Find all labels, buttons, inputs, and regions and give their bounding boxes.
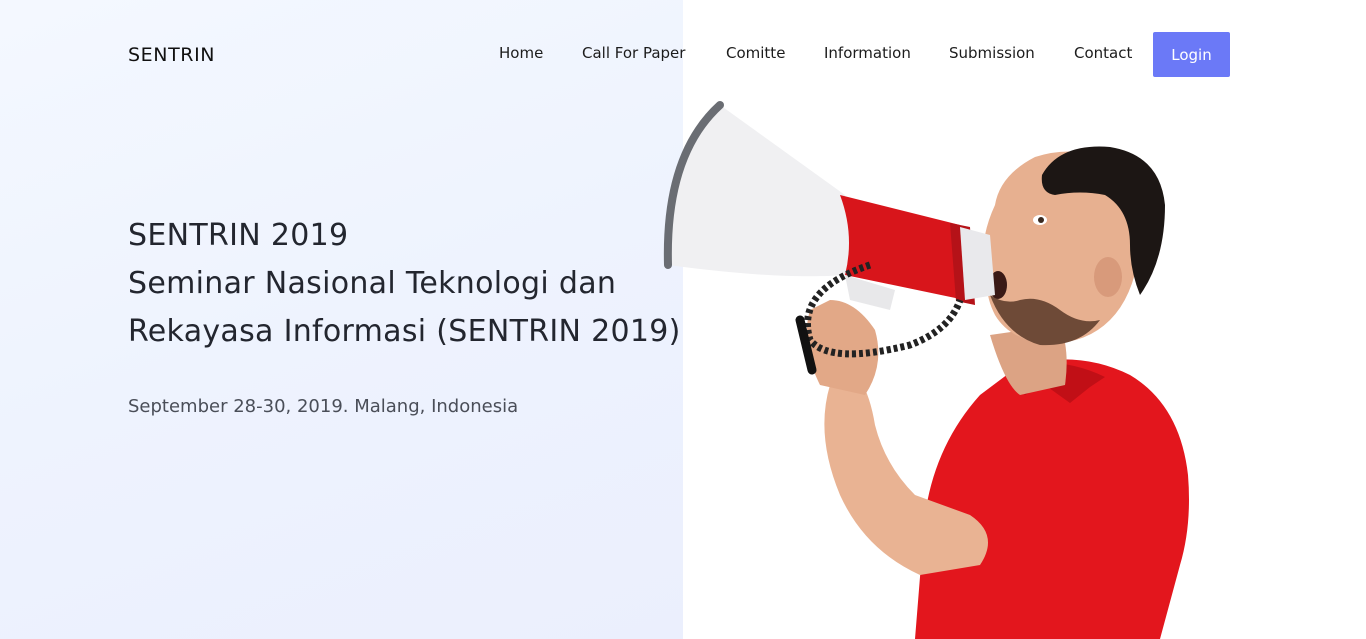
event-date-location: September 28-30, 2019. Malang, Indonesia (128, 396, 519, 417)
nav-item-submission[interactable]: Submission (949, 44, 1035, 62)
nav-item-comitte[interactable]: Comitte (726, 44, 785, 62)
hero-title-line-3: Rekayasa Informasi (SENTRIN 2019) (128, 314, 681, 349)
nav-item-contact[interactable]: Contact (1074, 44, 1132, 62)
hero-illustration-man-with-megaphone (660, 95, 1220, 639)
top-navbar: SENTRIN Home Call For Paper Comitte Info… (0, 0, 1366, 110)
hero-section: SENTRIN 2019 Seminar Nasional Teknologi … (128, 212, 688, 417)
hero-title: SENTRIN 2019 Seminar Nasional Teknologi … (128, 212, 688, 356)
hero-title-line-2: Seminar Nasional Teknologi dan (128, 266, 617, 301)
megaphone-man-image (663, 101, 1189, 639)
login-button[interactable]: Login (1153, 32, 1230, 77)
hero-title-line-1: SENTRIN 2019 (128, 218, 349, 253)
nav-item-home[interactable]: Home (499, 44, 543, 62)
nav-item-information[interactable]: Information (824, 44, 911, 62)
nav-item-call-for-paper[interactable]: Call For Paper (582, 44, 685, 62)
